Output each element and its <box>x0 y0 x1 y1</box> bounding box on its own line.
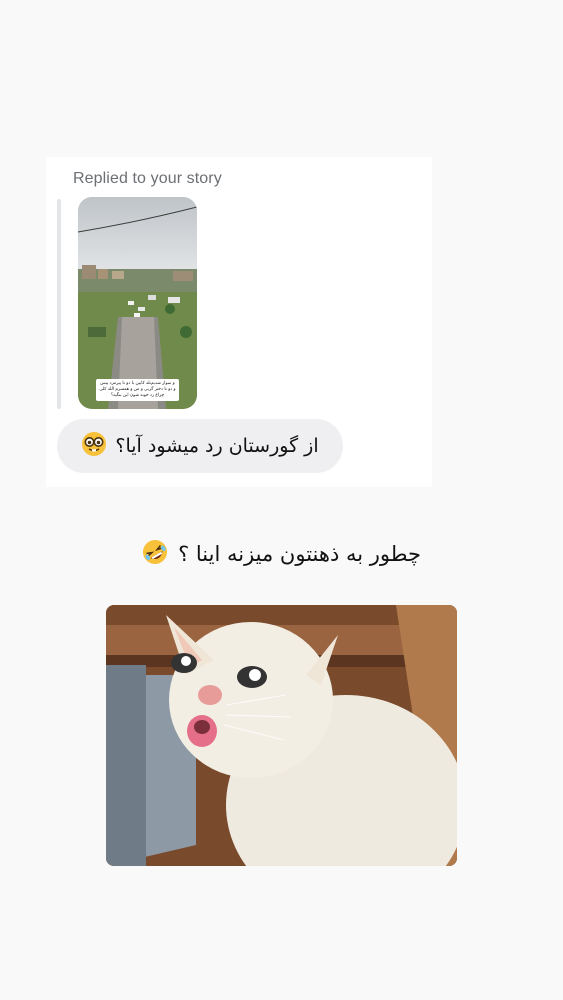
nerd-face-icon <box>81 431 107 462</box>
reply-quote-bar <box>57 199 61 409</box>
rolling-on-floor-laughing-icon <box>142 539 168 570</box>
story-text: چطور به ذهنتون میزنه اینا ؟ <box>178 542 421 566</box>
story-caption: و سوار شدیم‌تله کابین با دو تا پیرمرد پی… <box>96 379 179 401</box>
story-thumbnail[interactable]: و سوار شدیم‌تله کابین با دو تا پیرمرد پی… <box>78 197 197 409</box>
replied-to-story-label: Replied to your story <box>73 170 222 187</box>
coughing-cat-sticker <box>106 605 457 866</box>
story-photo-city-view <box>78 197 197 409</box>
reply-message-text: از گورستان رد میشود آیا؟ <box>115 435 319 457</box>
story-reply-card: Replied to your story <box>46 157 432 487</box>
story-text-overlay: چطور به ذهنتون میزنه اینا ؟ <box>0 534 563 574</box>
cat-image <box>106 605 457 866</box>
reply-message-bubble[interactable]: از گورستان رد میشود آیا؟ <box>57 419 343 473</box>
